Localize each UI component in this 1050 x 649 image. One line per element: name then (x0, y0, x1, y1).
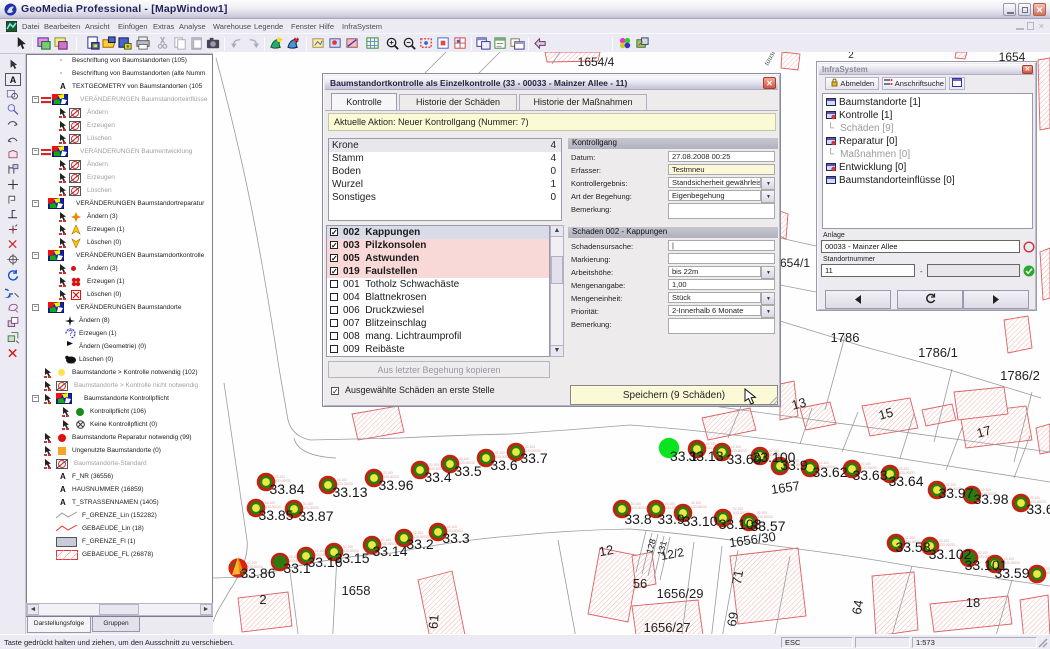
svg-text:2: 2 (848, 52, 854, 61)
svg-text:33.63: 33.63 (852, 467, 887, 483)
svg-text:33.86: 33.86 (240, 565, 275, 581)
svg-text:654/1: 654/1 (780, 256, 810, 270)
svg-text:33.10: 33.10 (682, 513, 717, 529)
svg-text:?: ? (68, 329, 73, 338)
svg-text:1656/27: 1656/27 (644, 620, 691, 635)
svg-text:2: 2 (259, 592, 266, 607)
svg-text:33.8: 33.8 (624, 511, 651, 527)
svg-text:69: 69 (724, 611, 741, 628)
svg-text:71: 71 (729, 569, 746, 586)
svg-text:18: 18 (966, 595, 980, 610)
svg-text:33.98: 33.98 (973, 491, 1008, 507)
svg-text:A33-00033: A33-00033 (631, 506, 647, 510)
svg-text:33.58: 33.58 (895, 539, 930, 555)
svg-text:1786/2: 1786/2 (1000, 368, 1040, 383)
svg-text:1786: 1786 (831, 330, 860, 345)
svg-text:A33-00033: A33-00033 (691, 505, 707, 509)
svg-text:33.6: 33.6 (490, 457, 517, 473)
svg-text:33.62: 33.62 (812, 464, 847, 480)
svg-text:33.4: 33.4 (424, 469, 451, 485)
svg-text:33.6: 33.6 (1026, 501, 1050, 517)
svg-text:33.59: 33.59 (994, 565, 1029, 581)
svg-text:1658: 1658 (342, 583, 371, 598)
svg-text:A33-00033: A33-00033 (1046, 571, 1050, 575)
svg-text:1656/29: 1656/29 (657, 586, 704, 601)
svg-text:1654/4: 1654/4 (578, 55, 615, 69)
svg-text:33.7: 33.7 (520, 450, 547, 466)
svg-text:33.87: 33.87 (298, 508, 333, 524)
svg-text:33.13: 33.13 (688, 448, 723, 464)
svg-text:64: 64 (849, 599, 866, 616)
svg-text:33.14: 33.14 (372, 543, 407, 559)
svg-text:33.96: 33.96 (378, 477, 413, 493)
svg-text:33.3: 33.3 (442, 530, 469, 546)
svg-text:33.64: 33.64 (888, 473, 923, 489)
svg-text:33.9: 33.9 (657, 511, 684, 527)
svg-text:33.15: 33.15 (334, 550, 369, 566)
svg-text:33.84: 33.84 (269, 481, 304, 497)
svg-text:61: 61 (425, 614, 441, 630)
svg-text:56: 56 (633, 576, 647, 591)
svg-text:1786/1: 1786/1 (918, 345, 958, 360)
svg-text:12: 12 (598, 542, 615, 559)
svg-text:33.13: 33.13 (332, 484, 367, 500)
svg-text:33.97: 33.97 (938, 485, 973, 501)
svg-text:33.5: 33.5 (454, 463, 481, 479)
svg-text:33.9: 33.9 (780, 457, 807, 473)
svg-text:33.85: 33.85 (258, 507, 293, 523)
svg-text:33.2: 33.2 (406, 536, 433, 552)
